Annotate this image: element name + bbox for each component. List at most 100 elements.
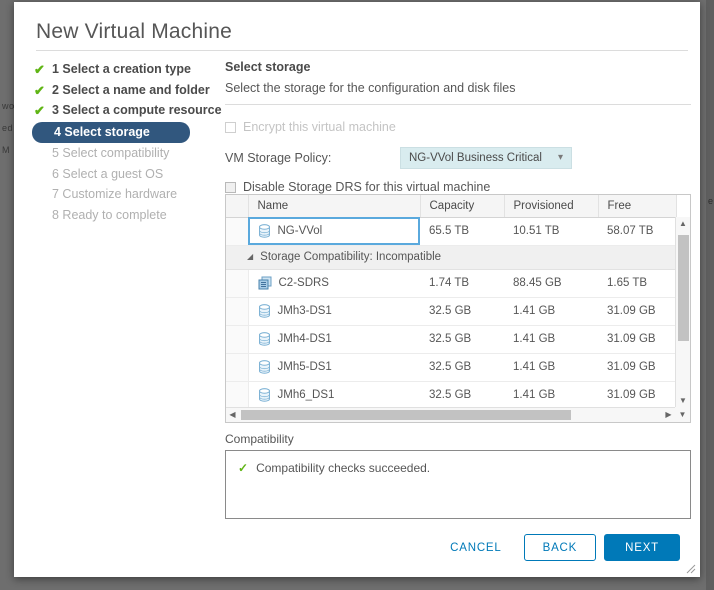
cell-provisioned: 1.41 GB [504, 297, 598, 325]
scroll-right-arrow-icon[interactable]: ▶ [662, 408, 675, 422]
disable-drs-checkbox-row[interactable]: Disable Storage DRS for this virtual mac… [225, 180, 691, 194]
table-row[interactable]: JMh4-DS132.5 GB1.41 GB31.09 GB [226, 325, 676, 353]
cell-provisioned: 1.41 GB [504, 325, 598, 353]
table-row[interactable]: NG-VVol65.5 TB10.51 TB58.07 TB [226, 217, 676, 245]
chevron-down-icon: ▾ [558, 148, 563, 168]
vertical-scrollbar[interactable]: ▲ ▼ [675, 217, 690, 407]
table-row[interactable]: JMh3-DS1 32.5 GB1.41 GB31.09 GB [226, 297, 676, 325]
cancel-button[interactable]: CANCEL [436, 536, 515, 560]
check-icon: ✔ [34, 60, 47, 79]
wizard-step-label: 4 Select storage [54, 125, 150, 139]
cell-name[interactable]: JMh5-DS1 [248, 353, 420, 381]
cell-name[interactable]: JMh3-DS1 [248, 297, 420, 325]
wizard-step-1[interactable]: ✔ 1 Select a creation type [32, 60, 210, 79]
row-gutter [226, 217, 248, 245]
cell-name[interactable]: JMh4-DS1 [248, 325, 420, 353]
table-group-row[interactable]: ◢Storage Compatibility: Incompatible [226, 245, 676, 269]
back-button[interactable]: BACK [524, 534, 597, 561]
wizard-step-8[interactable]: 8 Ready to complete [32, 206, 210, 225]
cell-free: 31.09 GB [598, 325, 676, 353]
cell-provisioned: 10.51 TB [504, 217, 598, 245]
resize-grip-icon[interactable] [686, 564, 696, 574]
table-header-row: Name Capacity Provisioned Free [226, 195, 676, 217]
column-header-free[interactable]: Free [598, 195, 676, 217]
vm-storage-policy-row: VM Storage Policy: NG-VVol Business Crit… [225, 147, 691, 169]
scroll-down-arrow-icon[interactable]: ▼ [676, 394, 690, 407]
content-pane: Select storage Select the storage for th… [225, 60, 691, 194]
cell-capacity: 32.5 GB [420, 297, 504, 325]
cell-free: 31.09 GB [598, 381, 676, 409]
check-icon: ✓ [238, 461, 248, 475]
dialog-footer: CANCEL BACK NEXT [14, 534, 700, 561]
vm-storage-policy-value: NG-VVol Business Critical [409, 152, 542, 164]
wizard-step-3[interactable]: ✔3 Select a compute resource [32, 101, 210, 120]
wizard-step-label: 2 Select a name and folder [52, 83, 210, 97]
horizontal-scrollbar-thumb[interactable] [241, 410, 571, 420]
compatibility-label: Compatibility [225, 432, 294, 446]
datastore-name: JMh4-DS1 [278, 333, 332, 345]
datastore-icon [258, 388, 271, 402]
datastore-icon [258, 332, 271, 346]
cell-name[interactable]: NG-VVol [248, 217, 420, 245]
wizard-step-label: 5 Select compatibility [52, 146, 169, 160]
next-button[interactable]: NEXT [604, 534, 680, 561]
horizontal-scrollbar[interactable]: ◀ ▶ [226, 407, 675, 422]
encrypt-vm-checkbox [225, 122, 236, 133]
datastore-table-header: Name Capacity Provisioned Free [226, 195, 676, 217]
datastore-icon [258, 304, 271, 318]
disable-drs-checkbox[interactable] [225, 182, 236, 193]
compatibility-message: Compatibility checks succeeded. [256, 461, 430, 475]
datastore-icon [258, 224, 271, 238]
check-icon: ✔ [34, 81, 47, 100]
page-title: New Virtual Machine [36, 20, 232, 44]
vm-storage-policy-select[interactable]: NG-VVol Business Critical ▾ [400, 147, 572, 169]
table-row[interactable]: JMh5-DS132.5 GB1.41 GB31.09 GB [226, 353, 676, 381]
compatibility-box: ✓ Compatibility checks succeeded. [225, 450, 691, 519]
scroll-left-arrow-icon[interactable]: ◀ [226, 408, 239, 422]
vm-storage-policy-label: VM Storage Policy: [225, 151, 400, 165]
wizard-step-6[interactable]: 6 Select a guest OS [32, 165, 210, 184]
wizard-step-label: 8 Ready to complete [52, 208, 167, 222]
datastore-cluster-icon [258, 276, 272, 290]
scroll-up-arrow-icon[interactable]: ▲ [676, 217, 690, 230]
cell-name[interactable]: JMh6_DS1 [248, 381, 420, 409]
column-header-capacity[interactable]: Capacity [420, 195, 504, 217]
datastore-table-container: Name Capacity Provisioned Free NG-VVol65… [225, 194, 691, 423]
background-right-glyph: e [708, 196, 713, 206]
compatibility-message-row: ✓ Compatibility checks succeeded. [238, 461, 690, 475]
row-gutter [226, 269, 248, 297]
column-header-provisioned[interactable]: Provisioned [504, 195, 598, 217]
encrypt-vm-label: Encrypt this virtual machine [243, 120, 396, 134]
encrypt-vm-checkbox-row: Encrypt this virtual machine [225, 120, 691, 134]
wizard-step-7[interactable]: 7 Customize hardware [32, 185, 210, 204]
cell-free: 31.09 GB [598, 297, 676, 325]
datastore-name: JMh5-DS1 [278, 361, 332, 373]
wizard-step-label: 3 Select a compute resource [52, 103, 222, 117]
vertical-scrollbar-thumb[interactable] [678, 235, 689, 341]
table-row[interactable]: C2-SDRS1.74 TB88.45 GB1.65 TB [226, 269, 676, 297]
cell-free: 58.07 TB [598, 217, 676, 245]
datastore-table: Name Capacity Provisioned Free NG-VVol65… [226, 195, 677, 423]
table-row[interactable]: JMh6_DS132.5 GB1.41 GB31.09 GB [226, 381, 676, 409]
wizard-step-4[interactable]: 4 Select storage [32, 122, 190, 143]
cell-name[interactable]: C2-SDRS [248, 269, 420, 297]
new-virtual-machine-dialog: New Virtual Machine ✔ 1 Select a creation… [14, 2, 700, 577]
wizard-step-2[interactable]: ✔ 2 Select a name and folder [32, 81, 210, 100]
row-gutter [226, 325, 248, 353]
datastore-name: C2-SDRS [279, 277, 329, 289]
row-gutter [226, 297, 248, 325]
row-gutter [226, 381, 248, 409]
datastore-name: JMh3-DS1 [278, 305, 332, 317]
cell-provisioned: 1.41 GB [504, 353, 598, 381]
collapse-triangle-icon[interactable]: ◢ [247, 252, 253, 261]
datastore-icon [258, 360, 271, 374]
datastore-table-body: NG-VVol65.5 TB10.51 TB58.07 TB◢Storage C… [226, 217, 676, 423]
background-right-strip [706, 0, 714, 590]
wizard-step-5[interactable]: 5 Select compatibility [32, 144, 210, 163]
column-header-name[interactable]: Name [248, 195, 420, 217]
wizard-step-label: 1 Select a creation type [52, 62, 191, 76]
cell-capacity: 32.5 GB [420, 353, 504, 381]
pane-subtitle: Select the storage for the configuration… [225, 81, 691, 95]
check-icon: ✔ [34, 101, 47, 120]
scrollbar-corner-arrow-icon[interactable]: ▼ [675, 407, 690, 422]
